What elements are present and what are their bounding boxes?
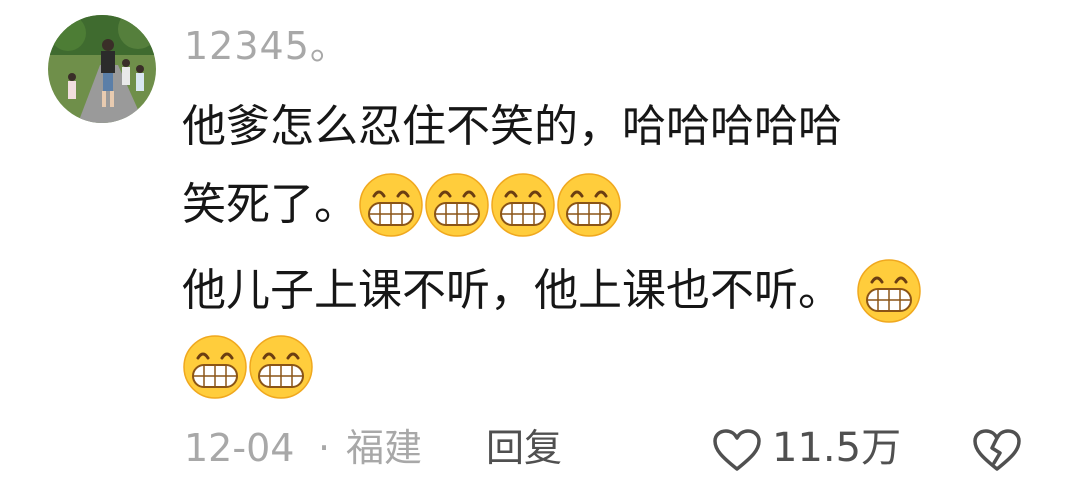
avatar[interactable] <box>48 15 156 123</box>
comment-text-line-2: 笑死了。 <box>182 170 622 240</box>
grinning-face-icon <box>556 172 622 238</box>
emoji-group <box>182 334 314 400</box>
reply-button[interactable]: 回复 <box>486 418 562 478</box>
heart-icon[interactable] <box>712 428 762 472</box>
comment-date: 12-04 <box>184 426 295 470</box>
comment-text: 笑死了。 <box>182 179 358 230</box>
emoji-group <box>856 258 922 324</box>
comment-text-line-1: 他爹怎么忍住不笑的，哈哈哈哈哈 <box>182 92 842 162</box>
like-count: 11.5万 <box>772 425 902 471</box>
grinning-face-icon <box>182 334 248 400</box>
grinning-face-icon <box>248 334 314 400</box>
grinning-face-icon <box>358 172 424 238</box>
comment-text-line-3: 他儿子上课不听，他上课也不听。 <box>182 256 922 326</box>
grinning-face-icon <box>856 258 922 324</box>
comment-location: 福建 <box>346 426 423 470</box>
grinning-face-icon <box>424 172 490 238</box>
broken-heart-icon[interactable] <box>972 428 1022 472</box>
grinning-face-icon <box>490 172 556 238</box>
emoji-group <box>358 172 622 238</box>
username[interactable]: 12345。 <box>184 20 349 72</box>
comment-footer: 12-04 · 福建 回复 11.5万 <box>0 418 1080 478</box>
comment-text: 他爹怎么忍住不笑的，哈哈哈哈哈 <box>182 101 842 152</box>
comment-text-line-4 <box>182 334 314 400</box>
comment-text: 他儿子上课不听，他上课也不听。 <box>182 265 842 316</box>
separator-dot: · <box>318 426 331 470</box>
